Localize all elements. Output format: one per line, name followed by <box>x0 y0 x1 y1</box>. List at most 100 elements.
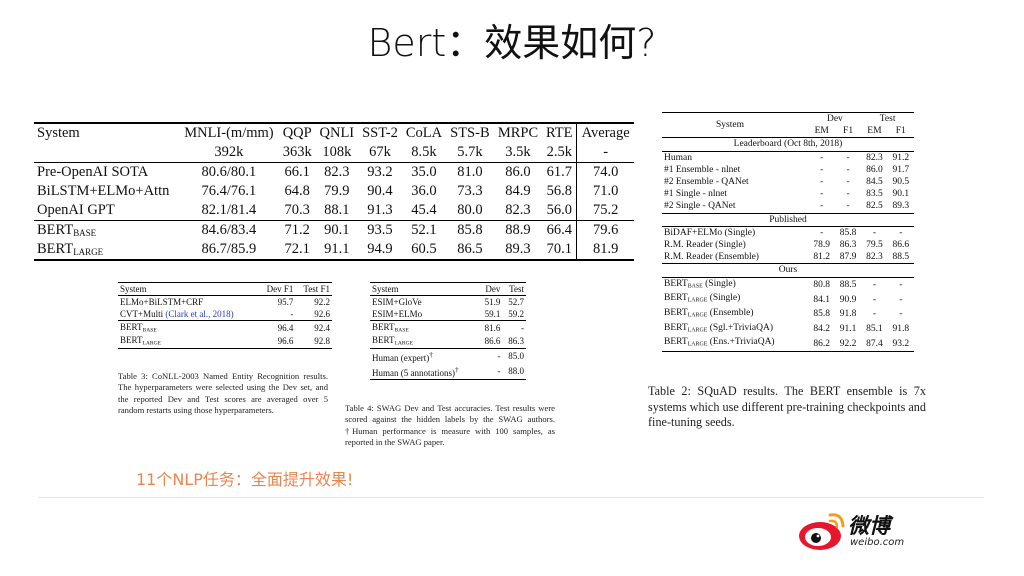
system-name: Human (expert)† <box>370 347 479 364</box>
table-cell: 92.4 <box>295 320 332 335</box>
table-cell: 59.1 <box>484 309 501 319</box>
column-header: System <box>118 282 259 296</box>
table-cell: - <box>872 294 876 305</box>
table-row: BERTLARGE 86.7/85.9 72.1 91.1 94.9 60.5 … <box>34 240 634 261</box>
table-cell: 80.8 <box>813 279 830 290</box>
table-cell: 90.4 <box>367 183 393 199</box>
table-cell: 81.2 <box>813 252 830 263</box>
system-subscript: LARGE <box>687 312 708 319</box>
column-group-header: Test <box>861 112 914 126</box>
table-cell: 88.9 <box>493 220 543 240</box>
system-name: Human <box>664 152 692 163</box>
section-title: Leaderboard (Oct 8th, 2018) <box>662 137 914 152</box>
column-header: Dev F1 <box>258 282 296 296</box>
table-cell: - <box>576 143 634 163</box>
table-cell: 93.2 <box>367 164 393 180</box>
table-cell: 89.3 <box>493 240 543 261</box>
system-subscript: BASE <box>394 327 409 334</box>
system-subscript: LARGE <box>394 340 414 347</box>
system-subscript: LARGE <box>73 247 104 258</box>
section-header: Leaderboard (Oct 8th, 2018) <box>662 137 914 152</box>
table-row: BERTBASE 81.6 - <box>370 320 526 335</box>
system-subscript: LARGE <box>687 297 708 304</box>
table-cell: 85.8 <box>839 227 857 238</box>
system-name: BERTBASE <box>370 320 479 335</box>
system-label: BERT <box>664 337 688 348</box>
table-cell: 91.1 <box>315 240 359 261</box>
table-cell: 91.3 <box>367 202 393 218</box>
table-cell: 86.6 <box>892 240 910 251</box>
system-subscript: BASE <box>142 327 157 334</box>
highlight-text: 11个NLP任务：全面提升效果! <box>136 470 354 489</box>
column-header: Dev <box>478 282 503 296</box>
column-header: CoLA <box>401 122 447 143</box>
table-cell: 90.9 <box>839 294 857 305</box>
table-cell: 52.7 <box>508 297 524 307</box>
system-label: CVT+Multi <box>120 309 164 319</box>
table-row: BERTLARGE 86.6 86.3 <box>370 334 526 348</box>
table-row: R.M. Reader (Ensemble) 81.2 87.9 82.3 88… <box>662 251 914 264</box>
table-cell: 91.2 <box>892 152 910 163</box>
table-cell: 86.3 <box>508 336 524 347</box>
table-row: Pre-OpenAI SOTA 80.6/80.1 66.1 82.3 93.2… <box>34 162 634 182</box>
table-cell: 91.7 <box>892 164 910 175</box>
table-cell: 61.7 <box>546 164 572 180</box>
table-cell: 36.0 <box>411 183 437 199</box>
table-cell: 71.0 <box>576 182 634 201</box>
system-label: BERT <box>664 293 688 304</box>
table-cell: 88.1 <box>324 202 350 218</box>
table-cell: 94.9 <box>358 240 402 261</box>
table-cell: - <box>820 164 824 175</box>
table-cell: 67k <box>358 143 402 163</box>
column-header: MNLI-(m/mm) <box>178 122 279 143</box>
system-name: #2 Ensemble - QANet <box>664 177 749 188</box>
weibo-logo-url: weibo.com <box>850 537 905 548</box>
system-name: BERTBASE <box>34 220 179 240</box>
table-cell: 66.4 <box>542 220 577 240</box>
table-cell: 92.2 <box>314 297 330 307</box>
system-name: Human (5 annotations)† <box>370 363 479 380</box>
column-header: System <box>370 282 479 296</box>
system-name: BERTLARGE (Single) <box>662 292 809 307</box>
table-cell: 35.0 <box>411 164 437 180</box>
table-cell: 87.4 <box>861 336 888 353</box>
column-header: System <box>662 111 809 139</box>
table-cell: 91.1 <box>839 323 857 334</box>
table-cell: 84.2 <box>813 323 830 334</box>
system-name: BiLSTM+ELMo+Attn <box>37 183 170 199</box>
system-name: R.M. Reader (Single) <box>664 240 746 251</box>
dagger-mark: † <box>429 349 433 359</box>
table-row: ELMo+BiLSTM+CRF 95.7 92.2 <box>118 296 332 309</box>
table-cell: 66.1 <box>284 164 310 180</box>
table-cell: - <box>846 201 850 212</box>
table-cell: 89.3 <box>892 201 910 212</box>
table-cell: 92.8 <box>295 334 332 349</box>
system-name: BERTBASE (Single) <box>662 277 809 292</box>
table-cell <box>34 143 179 163</box>
table-cell: 76.4/76.1 <box>201 183 257 199</box>
table-cell: 93.5 <box>358 220 402 240</box>
table-row: #1 Ensemble - nlnet - - 86.0 91.7 <box>662 164 914 176</box>
table-cell: 82.3 <box>324 164 350 180</box>
system-name: BERTBASE <box>118 320 259 335</box>
table-row: BERTBASE 84.6/83.4 71.2 90.1 93.5 52.1 8… <box>34 220 634 240</box>
column-header: EM <box>861 125 888 139</box>
swag-results-table: System Dev Test ESIM+GloVe 51.9 52.7 ESI… <box>370 282 526 380</box>
column-header: QNLI <box>315 122 359 143</box>
table-row: Human (expert)† - 85.0 <box>370 347 526 364</box>
system-name: BERTLARGE <box>370 334 479 348</box>
table-cell: 72.1 <box>278 240 316 261</box>
citation-link[interactable]: (Clark et al., 2018) <box>165 309 233 319</box>
table-cell: 59.2 <box>508 309 524 319</box>
system-label: Human (expert) <box>372 352 430 363</box>
table-cell: 78.9 <box>813 240 830 251</box>
table-cell: - <box>846 189 850 200</box>
column-header: SST-2 <box>358 122 402 143</box>
system-name: BERTLARGE (Ensemble) <box>662 307 809 322</box>
system-name: ESIM+ELMo <box>372 309 423 319</box>
weibo-logo-name: 微博 <box>848 514 890 538</box>
system-name: BERTLARGE (Ens.+TriviaQA) <box>662 336 809 353</box>
table-cell: 82.3 <box>505 202 531 218</box>
system-name: #1 Ensemble - nlnet <box>664 164 741 175</box>
table-2-caption: Table 2: SQuAD results. The BERT ensembl… <box>648 384 926 429</box>
